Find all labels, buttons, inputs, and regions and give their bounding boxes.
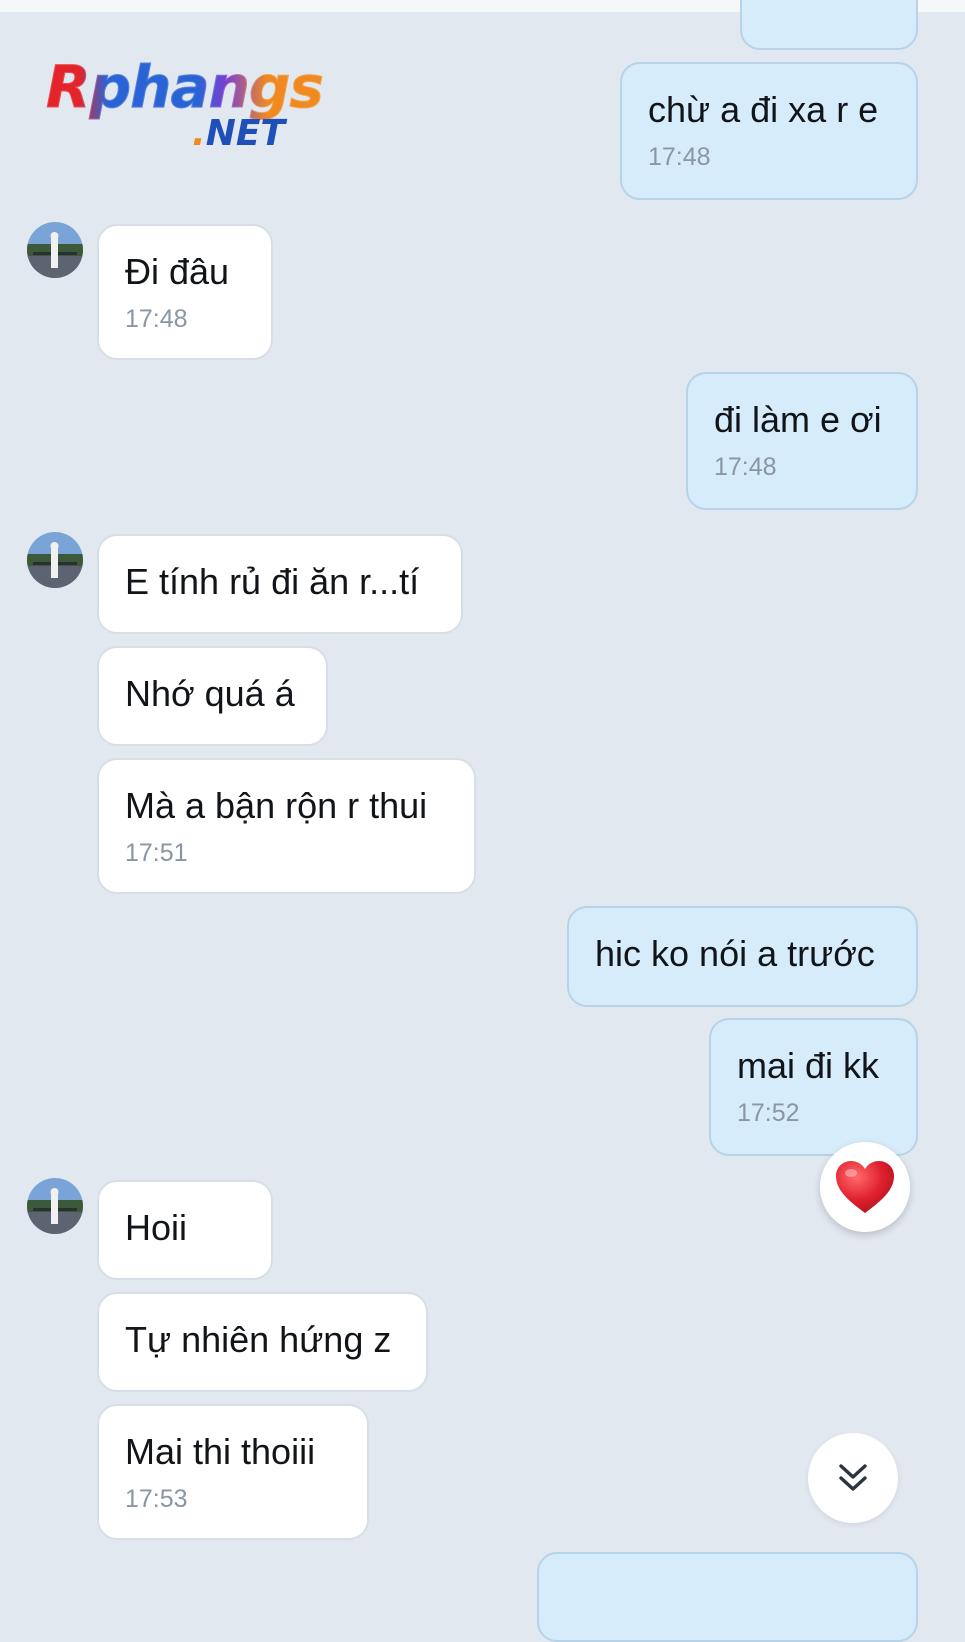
red-heart-icon: [836, 1161, 894, 1213]
message-time: 17:48: [648, 143, 711, 171]
message-reaction-badge[interactable]: [820, 1142, 910, 1232]
message-bubble-partial-top: [740, 0, 918, 50]
scroll-to-bottom-button[interactable]: [808, 1433, 898, 1523]
message-bubble-incoming[interactable]: E tính rủ đi ăn r...tí: [97, 534, 463, 634]
message-bubble-incoming[interactable]: Tự nhiên hứng z: [97, 1292, 428, 1392]
message-bubble-incoming[interactable]: Mà a bận rộn r thui 17:51: [97, 758, 476, 894]
message-bubble-incoming[interactable]: Mai thi thoiii 17:53: [97, 1404, 369, 1540]
message-bubble-incoming[interactable]: Nhớ quá á: [97, 646, 328, 746]
message-text: Mai thi thoiii: [125, 1431, 316, 1472]
message-text: E tính rủ đi ăn r...tí: [125, 561, 420, 602]
message-bubble-incoming[interactable]: Hoii: [97, 1180, 273, 1280]
contact-avatar[interactable]: [27, 222, 83, 278]
message-text: Mà a bận rộn r thui: [125, 785, 428, 826]
message-text: hic ko nói a trước: [595, 933, 875, 974]
message-bubble-outgoing[interactable]: hic ko nói a trước: [567, 906, 918, 1007]
message-bubble-outgoing[interactable]: đi làm e ơi 17:48: [686, 372, 918, 510]
message-text: mai đi kk: [737, 1045, 880, 1086]
contact-avatar[interactable]: [27, 532, 83, 588]
message-text: Tự nhiên hứng z: [125, 1319, 392, 1360]
message-text: Hoii: [125, 1207, 188, 1248]
message-bubble-outgoing[interactable]: chừ a đi xa r e 17:48: [620, 62, 918, 200]
double-chevron-down-icon: [839, 1464, 867, 1491]
message-time: 17:48: [714, 453, 777, 481]
message-time: 17:53: [125, 1485, 188, 1513]
message-bubble-outgoing[interactable]: mai đi kk 17:52: [709, 1018, 918, 1156]
message-time: 17:48: [125, 305, 188, 333]
message-bubble-incoming[interactable]: Đi đâu 17:48: [97, 224, 273, 360]
contact-avatar[interactable]: [27, 1178, 83, 1234]
message-bubble-partial-bottom: [537, 1552, 918, 1642]
message-time: 17:52: [737, 1099, 800, 1127]
message-text: Nhớ quá á: [125, 673, 295, 714]
message-time: 17:51: [125, 839, 188, 867]
message-text: Đi đâu: [125, 251, 230, 292]
chat-message-list: chừ a đi xa r e 17:48 Đi đâu 17:48 đi là…: [0, 0, 965, 1642]
message-text: chừ a đi xa r e: [648, 89, 879, 130]
message-text: đi làm e ơi: [714, 399, 882, 440]
